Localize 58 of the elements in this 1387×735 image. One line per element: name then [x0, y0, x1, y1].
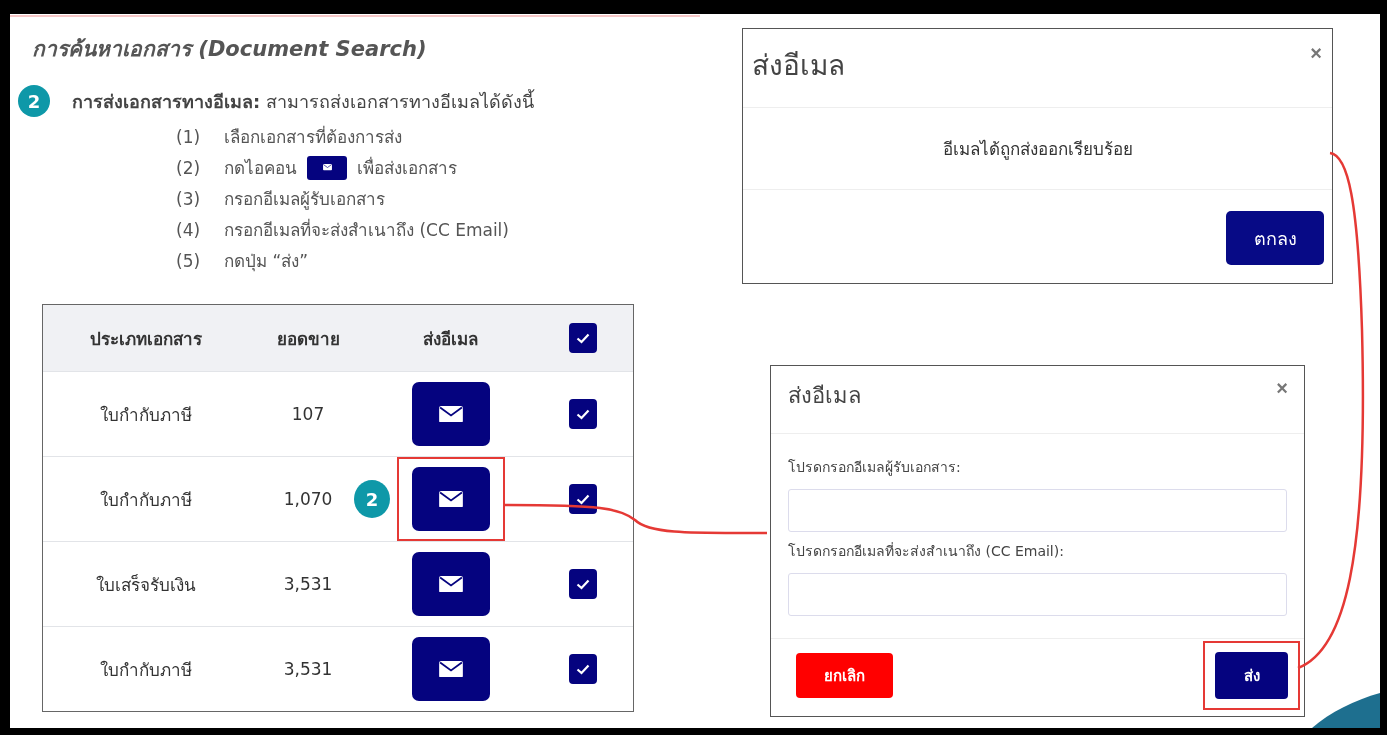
instruction-text: เพื่อส่งเอกสาร: [357, 155, 457, 180]
check-icon: [576, 332, 590, 344]
close-button[interactable]: ×: [1310, 43, 1322, 63]
check-icon: [576, 578, 590, 590]
table-cell-text: ใบกำกับภาษี: [98, 658, 193, 682]
email-input[interactable]: [788, 489, 1287, 532]
ok-button[interactable]: ตกลง: [1226, 211, 1324, 265]
envelope-icon: [322, 164, 332, 171]
instruction-text: กรอกอีเมลที่จะส่งสำเนาถึง (CC Email): [224, 217, 509, 242]
row-checkbox[interactable]: [569, 569, 597, 599]
field-label: โปรดกรอกอีเมลที่จะส่งสำเนาถึง (CC Email):: [788, 541, 1065, 561]
send-email-button[interactable]: [411, 552, 490, 616]
step-number: (5): [176, 250, 202, 271]
column-header: ประเภทเอกสาร: [88, 327, 203, 351]
select-all-checkbox[interactable]: [569, 323, 597, 353]
send-email-button[interactable]: [411, 637, 490, 701]
row-checkbox[interactable]: [569, 654, 597, 684]
page-heading: การค้นหาเอกสาร (Document Search): [32, 36, 428, 63]
check-icon: [576, 663, 590, 675]
table-cell: 1,070: [283, 489, 333, 509]
instruction-text: กดไอคอน: [224, 157, 297, 180]
table-cell: 3,531: [283, 659, 333, 679]
success-message: อีเมลได้ถูกส่งออกเรียบร้อย: [743, 108, 1332, 190]
email-input[interactable]: [788, 573, 1287, 616]
envelope-icon: [438, 660, 463, 678]
instruction-text: กดปุ่ม “ส่ง”: [224, 250, 309, 274]
check-icon: [576, 408, 590, 420]
row-checkbox[interactable]: [569, 399, 597, 429]
step-number: (4): [176, 219, 202, 240]
close-button[interactable]: ×: [1276, 378, 1288, 398]
step-badge: 2: [18, 85, 50, 117]
step-number: (3): [176, 188, 202, 209]
instruction-text: กรอกอีเมลผู้รับเอกสาร: [224, 188, 385, 212]
table-cell-text: ใบเสร็จรับเงิน: [94, 573, 197, 597]
step-badge: 2: [354, 480, 390, 518]
row-checkbox[interactable]: [569, 484, 597, 514]
envelope-icon: [438, 490, 463, 508]
envelope-icon: [438, 405, 463, 423]
check-icon: [576, 493, 590, 505]
envelope-icon: [438, 575, 463, 593]
table-cell: 3,531: [283, 574, 333, 594]
send-email-button[interactable]: [411, 382, 490, 446]
field-label: โปรดกรอกอีเมลผู้รับเอกสาร:: [788, 458, 962, 478]
column-header: ยอดขาย: [275, 327, 341, 351]
cancel-button[interactable]: ยกเลิก: [796, 653, 893, 698]
step-number: (2): [176, 157, 202, 178]
table-cell-text: ใบกำกับภาษี: [98, 488, 193, 512]
table-cell-text: ใบกำกับภาษี: [98, 403, 193, 427]
column-header: ส่งอีเมล: [422, 327, 479, 351]
instruction-text: เลือกเอกสารที่ต้องการส่ง: [224, 124, 402, 149]
dialog-title: ส่งอีเมล: [788, 382, 861, 410]
table-cell: 107: [291, 404, 325, 424]
send-email-button[interactable]: [411, 467, 490, 531]
step-description: การส่งเอกสารทางอีเมล: สามารถส่งเอกสารทางอีเมลได้ดังนี้: [72, 88, 534, 114]
dialog-title: ส่งอีเมล: [752, 48, 845, 84]
send-button[interactable]: ส่ง: [1215, 652, 1288, 699]
step-number: (1): [176, 126, 202, 147]
corner-decoration: [1312, 693, 1380, 728]
